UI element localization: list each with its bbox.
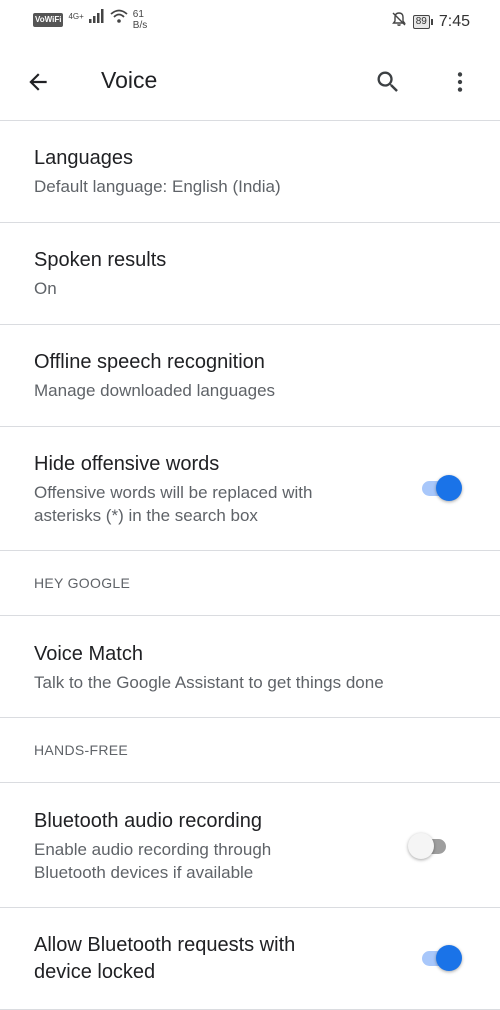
setting-subtitle: Default language: English (India) xyxy=(34,177,281,196)
section-header-hey-google: HEY GOOGLE xyxy=(0,551,500,616)
setting-subtitle: On xyxy=(34,279,57,298)
battery-indicator: 89 xyxy=(412,14,433,29)
toggle-thumb xyxy=(408,833,434,859)
battery-level: 89 xyxy=(412,14,430,29)
speed-unit: B/s xyxy=(132,20,148,31)
section-header-label: HEY GOOGLE xyxy=(34,575,131,591)
speed-value: 61 xyxy=(132,9,144,20)
setting-offline-speech[interactable]: Offline speech recognition Manage downlo… xyxy=(0,325,500,427)
setting-title-line1: Allow Bluetooth requests with xyxy=(34,934,296,956)
notifications-off-icon xyxy=(391,11,407,32)
hide-offensive-toggle[interactable] xyxy=(418,474,462,502)
status-right: 89 7:45 xyxy=(391,11,470,32)
setting-subtitle-line1: Enable audio recording through xyxy=(34,840,272,859)
signal-icon xyxy=(88,9,105,28)
setting-title: Languages xyxy=(34,147,133,169)
more-vert-icon xyxy=(457,72,463,92)
setting-hide-offensive-words[interactable]: Hide offensive words Offensive words wil… xyxy=(0,427,500,551)
network-speed: 61 B/s xyxy=(133,9,147,31)
setting-bluetooth-locked[interactable]: Allow Bluetooth requests with device loc… xyxy=(0,908,500,1010)
search-icon xyxy=(377,71,398,92)
vowifi-badge: VoWiFi xyxy=(33,13,64,27)
setting-title: Hide offensive words xyxy=(34,453,220,475)
section-header-hands-free: HANDS-FREE xyxy=(0,718,500,783)
search-button[interactable] xyxy=(372,66,404,98)
setting-bluetooth-audio-recording[interactable]: Bluetooth audio recording Enable audio r… xyxy=(0,783,500,908)
status-left: VoWiFi 4G+ 61 B/s xyxy=(33,9,147,31)
setting-subtitle-line2: asterisks (*) in the search box xyxy=(34,506,258,525)
page-title: Voice xyxy=(101,67,158,93)
clock: 7:45 xyxy=(438,12,470,30)
setting-title-line2: device locked xyxy=(34,961,156,983)
toggle-thumb xyxy=(436,475,462,501)
setting-subtitle-line1: Offensive words will be replaced with xyxy=(34,483,313,502)
battery-tip xyxy=(430,18,433,25)
setting-voice-match[interactable]: Voice Match Talk to the Google Assistant… xyxy=(0,616,500,718)
back-button[interactable] xyxy=(22,66,54,98)
setting-languages[interactable]: Languages Default language: English (Ind… xyxy=(0,121,500,223)
setting-subtitle: Manage downloaded languages xyxy=(34,381,276,400)
section-header-label: HANDS-FREE xyxy=(34,742,129,758)
setting-title: Offline speech recognition xyxy=(34,351,265,373)
setting-title: Voice Match xyxy=(34,643,143,665)
setting-title: Bluetooth audio recording xyxy=(34,810,262,832)
bluetooth-locked-toggle[interactable] xyxy=(418,944,462,972)
setting-subtitle-line2: Bluetooth devices if available xyxy=(34,863,254,882)
back-arrow-icon xyxy=(29,73,47,91)
more-options-button[interactable] xyxy=(444,66,476,98)
setting-title: Spoken results xyxy=(34,249,167,271)
app-bar: Voice xyxy=(0,44,500,121)
toggle-thumb xyxy=(436,945,462,971)
bluetooth-audio-toggle[interactable] xyxy=(408,832,452,860)
status-bar: VoWiFi 4G+ 61 B/s 89 7:45 xyxy=(0,0,500,44)
setting-subtitle: Talk to the Google Assistant to get thin… xyxy=(34,673,384,692)
wifi-icon xyxy=(110,9,128,28)
network-type: 4G+ xyxy=(68,12,84,21)
setting-spoken-results[interactable]: Spoken results On xyxy=(0,223,500,325)
